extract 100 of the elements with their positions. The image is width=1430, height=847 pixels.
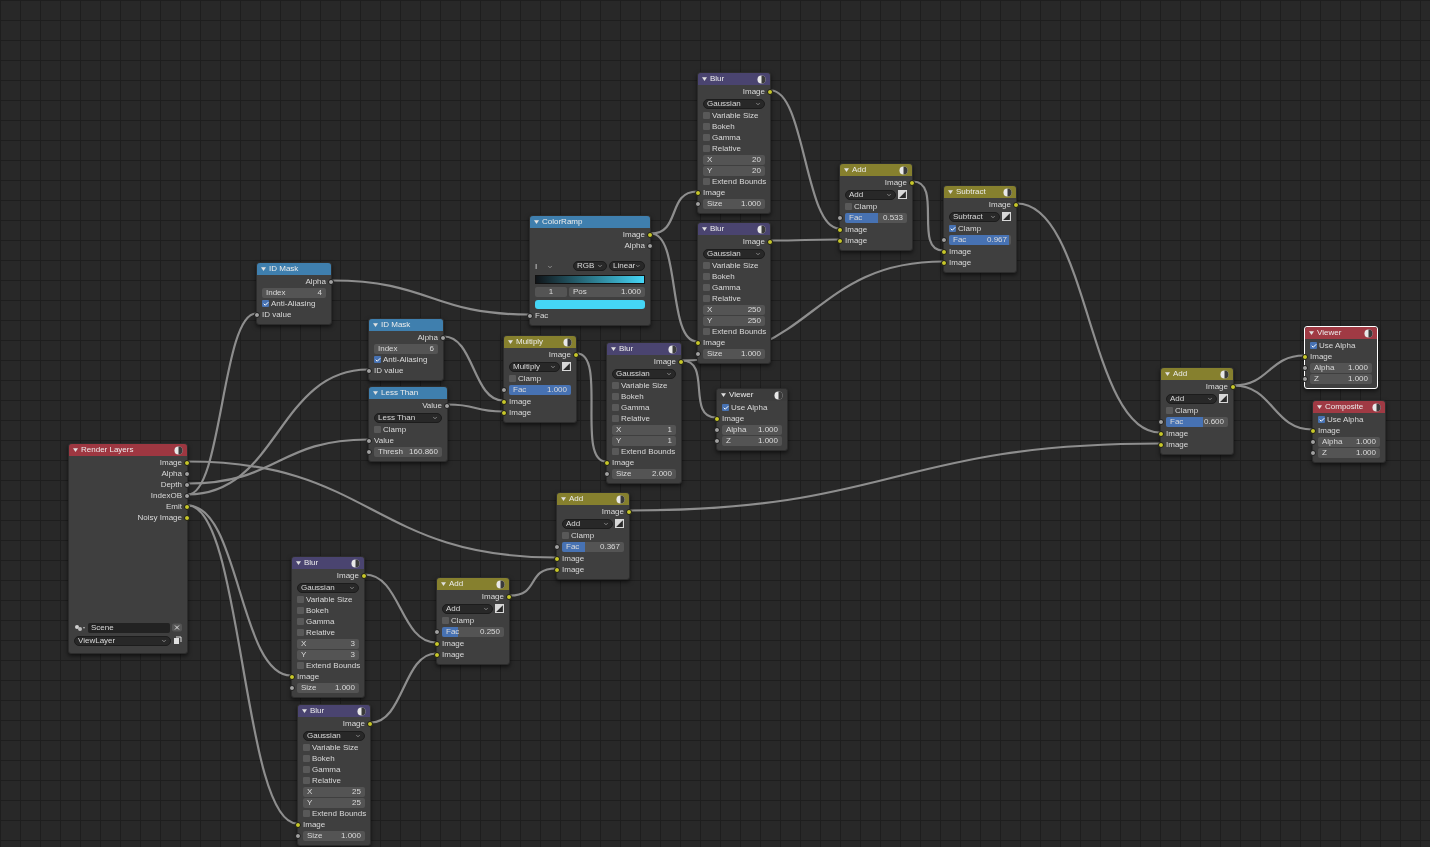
checkbox[interactable]	[297, 596, 304, 603]
node-header[interactable]: Viewer	[717, 389, 787, 401]
checkbox[interactable]	[845, 203, 852, 210]
alpha-toggle-icon[interactable]	[1002, 212, 1011, 221]
fac-slider[interactable]: Fac 1.000	[509, 385, 571, 395]
sphere-icon[interactable]	[1220, 369, 1229, 379]
ramp-add-button[interactable]: I	[535, 263, 545, 271]
checkbox[interactable]	[303, 755, 310, 762]
scene-icon[interactable]	[74, 623, 86, 632]
checkbox[interactable]	[303, 766, 310, 773]
number-field[interactable]: Z 1.000	[1318, 447, 1380, 458]
collapse-triangle-icon[interactable]	[721, 393, 726, 397]
sphere-icon[interactable]	[616, 494, 625, 504]
node-header[interactable]: Add	[437, 578, 509, 590]
node-link[interactable]	[770, 89, 840, 230]
collapse-triangle-icon[interactable]	[611, 347, 616, 351]
checkbox[interactable]	[509, 375, 516, 382]
node-header[interactable]: Add	[557, 493, 629, 505]
node-header[interactable]: Blur	[698, 223, 770, 235]
sphere-icon[interactable]	[774, 390, 783, 400]
checkbox[interactable]	[703, 112, 710, 119]
number-field[interactable]: Size 1.000	[703, 348, 765, 359]
sphere-icon[interactable]	[1372, 402, 1381, 412]
checkbox[interactable]	[703, 178, 710, 185]
sphere-icon[interactable]	[1003, 187, 1012, 197]
node-link[interactable]	[650, 232, 698, 343]
number-field[interactable]: Z 1.000	[1310, 373, 1372, 384]
alpha-toggle-icon[interactable]	[615, 519, 624, 528]
node-header[interactable]: Blur	[298, 705, 370, 717]
number-field[interactable]: Alpha 1.000	[1310, 362, 1372, 373]
dropdown[interactable]: ViewLayer	[74, 635, 171, 646]
checkbox[interactable]	[612, 393, 619, 400]
number-field[interactable]: X 250	[703, 304, 765, 315]
node-panel[interactable]: Viewer Use Alpha Image Alpha 1.000 Z 1.000	[716, 388, 788, 451]
checkbox[interactable]	[703, 284, 710, 291]
node-link[interactable]	[447, 403, 504, 413]
alpha-toggle-icon[interactable]	[898, 190, 907, 199]
checkbox[interactable]	[297, 662, 304, 669]
sphere-icon[interactable]	[899, 165, 908, 175]
checkbox[interactable]	[303, 810, 310, 817]
node-panel[interactable]: Add Image Add Clamp Fac 0.533 Image Image	[839, 163, 913, 251]
node-link[interactable]	[1233, 384, 1313, 431]
color-ramp[interactable]	[535, 274, 645, 284]
checkbox[interactable]	[612, 382, 619, 389]
dropdown[interactable]: Add	[845, 189, 896, 200]
dropdown[interactable]: Add	[1166, 393, 1217, 404]
checkbox[interactable]	[297, 618, 304, 625]
node-link[interactable]	[1233, 354, 1305, 387]
alpha-toggle-icon[interactable]	[1219, 394, 1228, 403]
node-panel[interactable]: Add Image Add Clamp Fac 0.367 Image Image	[556, 492, 630, 580]
node-panel[interactable]: Add Image Add Clamp Fac 0.600 Image Image	[1160, 367, 1234, 455]
checkbox[interactable]	[703, 134, 710, 141]
collapse-triangle-icon[interactable]	[73, 448, 78, 452]
checkbox[interactable]	[303, 777, 310, 784]
number-field[interactable]: Size 1.000	[303, 830, 365, 841]
number-field[interactable]: Index 4	[262, 287, 326, 298]
node-panel[interactable]: ID Mask Alpha Index 6 Anti-Aliasing ID value	[368, 318, 444, 381]
number-field[interactable]: Alpha 1.000	[722, 424, 782, 435]
node-link[interactable]	[650, 190, 698, 235]
node-panel[interactable]: Composite Use Alpha Image Alpha 1.000 Z 1.000	[1312, 400, 1386, 463]
node-editor-canvas[interactable]	[0, 0, 1430, 847]
sphere-icon[interactable]	[496, 579, 505, 589]
number-field[interactable]: Size 2.000	[612, 468, 676, 479]
checkbox[interactable]	[1310, 342, 1317, 349]
sphere-icon[interactable]	[357, 706, 366, 716]
node-header[interactable]: Multiply	[504, 336, 576, 348]
number-field[interactable]: Y 1	[612, 435, 676, 446]
node-link[interactable]	[576, 352, 607, 463]
dropdown[interactable]: RGB	[573, 261, 607, 271]
node-link[interactable]	[187, 368, 369, 496]
checkbox[interactable]	[297, 607, 304, 614]
number-field[interactable]: Size 1.000	[703, 198, 765, 209]
dropdown[interactable]: Multiply	[509, 361, 560, 372]
chevron-icon[interactable]	[547, 264, 553, 270]
node-panel[interactable]: Blur Image Gaussian Variable Size Bokeh Gamma Relative X 25 Y 25 Extend Bounds Image Size 1.000	[297, 704, 371, 846]
node-panel[interactable]: Blur Image Gaussian Variable Size Bokeh Gamma Relative X 1 Y 1 Extend Bounds Image Size 2.000	[606, 342, 682, 484]
node-panel[interactable]: ColorRamp Image Alpha I RGB Linear 1 Pos 1.000 Fac	[529, 215, 651, 326]
number-field[interactable]: Y 250	[703, 315, 765, 326]
checkbox[interactable]	[374, 356, 381, 363]
fac-slider[interactable]: Fac 0.967	[949, 235, 1011, 245]
alpha-toggle-icon[interactable]	[562, 362, 571, 371]
node-header[interactable]: Blur	[607, 343, 681, 355]
node-header[interactable]: ColorRamp	[530, 216, 650, 228]
fac-slider[interactable]: Fac 0.600	[1166, 417, 1228, 427]
number-field[interactable]: X 1	[612, 424, 676, 435]
number-field[interactable]: Alpha 1.000	[1318, 436, 1380, 447]
node-panel[interactable]: ID Mask Alpha Index 4 Anti-Aliasing ID value	[256, 262, 332, 325]
number-field[interactable]: Pos 1.000	[569, 286, 645, 297]
collapse-triangle-icon[interactable]	[302, 709, 307, 713]
checkbox[interactable]	[612, 404, 619, 411]
node-link[interactable]	[509, 567, 557, 597]
number-field[interactable]: X 20	[703, 154, 765, 165]
node-panel[interactable]: Blur Image Gaussian Variable Size Bokeh Gamma Relative X 250 Y 250 Extend Bounds Image Size 1.000	[697, 222, 771, 364]
node-header[interactable]: Render Layers	[69, 444, 187, 456]
collapse-triangle-icon[interactable]	[702, 227, 707, 231]
dropdown[interactable]: Less Than	[374, 412, 442, 423]
node-panel[interactable]: Render Layers Image Alpha Depth IndexOB Emit Noisy Image Scene ViewLayer	[68, 443, 188, 654]
fac-slider[interactable]: Fac 0.367	[562, 542, 624, 552]
dropdown[interactable]: Gaussian	[612, 368, 676, 379]
collapse-triangle-icon[interactable]	[1309, 331, 1314, 335]
